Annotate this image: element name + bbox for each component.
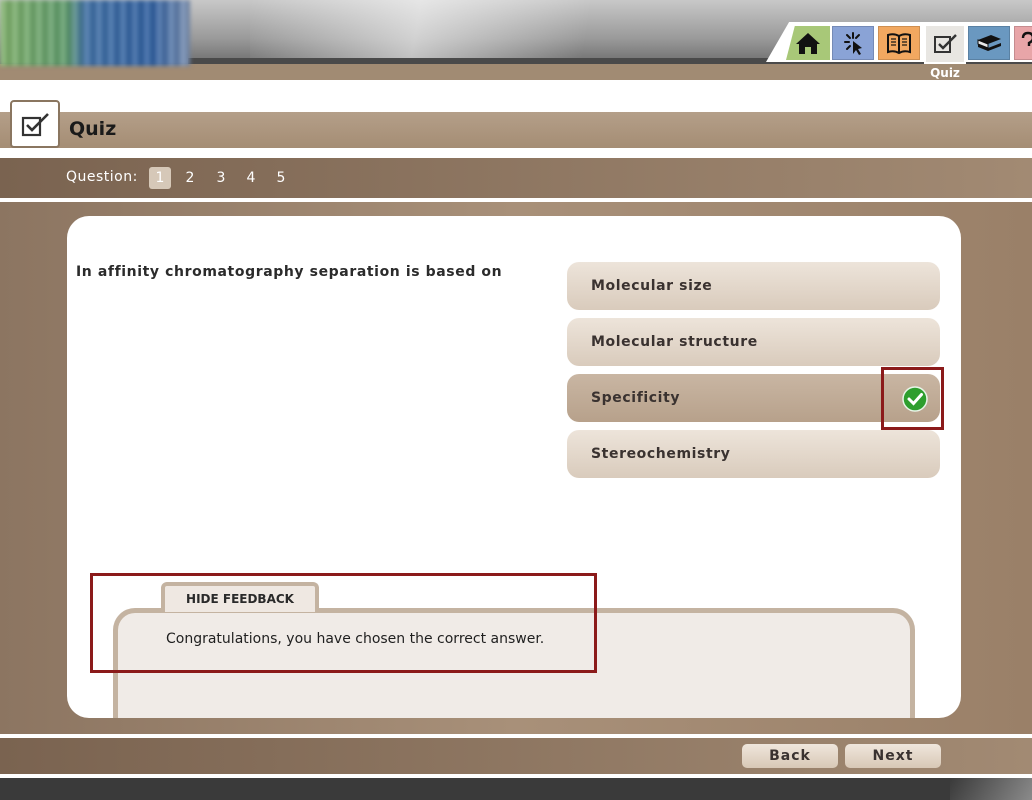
answer-option-label: Stereochemistry — [591, 446, 731, 462]
back-button[interactable]: Back — [742, 744, 838, 768]
nav-library-button[interactable] — [968, 26, 1010, 60]
title-bar — [0, 112, 1032, 148]
answer-option-2[interactable]: Molecular structure — [567, 318, 940, 366]
banner-sheen — [250, 0, 810, 64]
answer-option-4[interactable]: Stereochemistry — [567, 430, 940, 478]
activity-icon — [844, 32, 862, 55]
question-number-2[interactable]: 2 — [179, 167, 201, 189]
answer-option-label: Molecular structure — [591, 334, 758, 350]
question-number-3[interactable]: 3 — [210, 167, 232, 189]
top-banner: Quiz — [0, 0, 1032, 80]
answer-option-1[interactable]: Molecular size — [567, 262, 940, 310]
nav-quiz-button[interactable] — [924, 24, 966, 64]
help-icon — [1021, 31, 1032, 46]
page-title: Quiz — [69, 118, 117, 140]
correct-answer-highlight — [881, 367, 944, 430]
logo — [0, 0, 190, 66]
banner-tan-strip — [0, 64, 1032, 80]
nav-help-button[interactable] — [1014, 26, 1032, 60]
footer-sheen — [950, 778, 1032, 800]
book-icon — [887, 33, 911, 55]
title-icon-container — [10, 100, 60, 148]
library-icon — [977, 35, 1001, 51]
question-number-5[interactable]: 5 — [270, 167, 292, 189]
question-number-1[interactable]: 1 — [149, 167, 171, 189]
nav-book-button[interactable] — [878, 26, 920, 60]
footer — [0, 778, 1032, 800]
home-icon — [796, 33, 820, 54]
question-text: In affinity chromatography separation is… — [76, 264, 503, 280]
quiz-icon — [934, 34, 957, 53]
answer-option-label: Molecular size — [591, 278, 713, 294]
answer-option-label: Specificity — [591, 390, 681, 406]
nav-activity-button[interactable] — [832, 26, 874, 60]
feedback-highlight — [90, 573, 597, 673]
question-nav-label: Question: — [66, 169, 138, 185]
question-number-4[interactable]: 4 — [240, 167, 262, 189]
checkbox-icon — [21, 113, 49, 137]
nav-active-label: Quiz — [930, 66, 960, 80]
next-button[interactable]: Next — [845, 744, 941, 768]
